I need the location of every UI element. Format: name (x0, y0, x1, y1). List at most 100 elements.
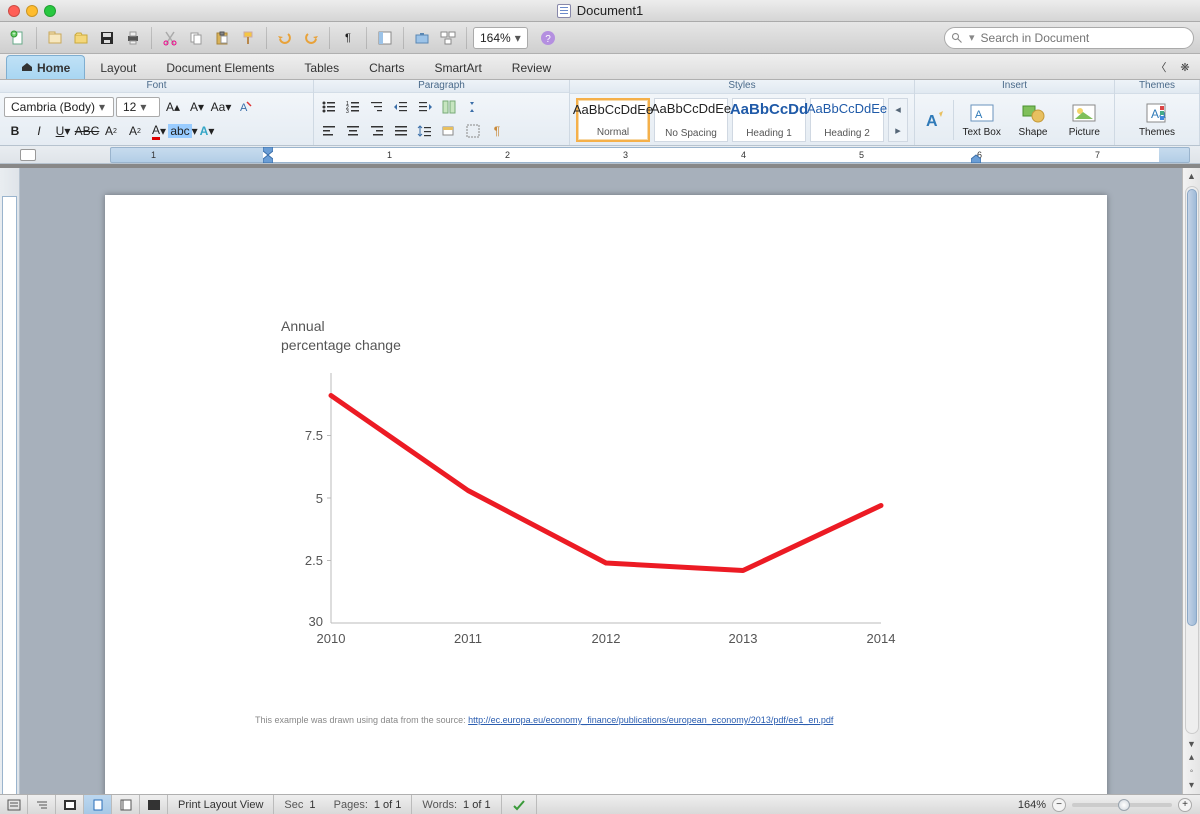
print-button[interactable] (121, 26, 145, 50)
font-name-select[interactable]: Cambria (Body)▾ (4, 97, 114, 117)
tab-review[interactable]: Review (497, 55, 566, 79)
shrink-font-button[interactable]: A▾ (186, 97, 208, 117)
style-heading-1[interactable]: AaBbCcDd Heading 1 (732, 98, 806, 142)
next-page-button[interactable]: ▾ (1189, 780, 1194, 794)
zoom-track[interactable] (1072, 803, 1172, 807)
themes-button[interactable]: Aa Themes (1133, 101, 1181, 138)
horizontal-ruler[interactable]: 1 1 2 3 4 5 6 7 (0, 146, 1200, 164)
section-indicator[interactable]: Sec 1 Pages: 1 of 1 (274, 795, 412, 814)
scroll-down-button[interactable]: ▼ (1183, 736, 1200, 752)
zoom-select[interactable]: 164% ▾ (473, 27, 528, 49)
zoom-readout[interactable]: 164% (1018, 799, 1046, 811)
spellcheck-button[interactable] (502, 795, 537, 814)
paragraph-dialog-button[interactable]: ¶ (486, 121, 508, 141)
tab-smartart[interactable]: SmartArt (419, 55, 496, 79)
insert-textbox-button[interactable]: A Text Box (958, 101, 1005, 138)
shading-button[interactable] (438, 121, 460, 141)
grow-font-button[interactable]: A▴ (162, 97, 184, 117)
vertical-ruler[interactable] (0, 168, 20, 794)
subscript-button[interactable]: A2 (124, 121, 146, 141)
sidebar-toggle-button[interactable] (373, 26, 397, 50)
print-layout-view-button[interactable] (84, 795, 112, 814)
prev-page-button[interactable]: ▴ (1189, 752, 1194, 766)
paste-button[interactable] (210, 26, 234, 50)
scroll-thumb[interactable] (1187, 189, 1197, 626)
text-direction-button[interactable] (438, 97, 460, 117)
source-link[interactable]: http://ec.europa.eu/economy_finance/publ… (468, 715, 833, 725)
justify-button[interactable] (390, 121, 412, 141)
zoom-out-button[interactable]: − (1052, 798, 1066, 812)
media-browser-button[interactable] (436, 26, 460, 50)
font-color-button[interactable]: A▾ (148, 121, 170, 141)
line-spacing-button[interactable] (414, 121, 436, 141)
numbering-button[interactable]: 123 (342, 97, 364, 117)
insert-picture-button[interactable]: Picture (1061, 101, 1108, 138)
tab-document-elements[interactable]: Document Elements (151, 55, 289, 79)
tab-layout[interactable]: Layout (85, 55, 151, 79)
bold-button[interactable]: B (4, 121, 26, 141)
highlight-button[interactable]: abc▾ (172, 121, 194, 141)
borders-button[interactable] (462, 121, 484, 141)
align-right-button[interactable] (366, 121, 388, 141)
scroll-track[interactable] (1185, 186, 1199, 734)
tab-selector[interactable] (20, 149, 36, 161)
toolbox-button[interactable] (410, 26, 434, 50)
style-no-spacing[interactable]: AaBbCcDdEe No Spacing (654, 98, 728, 142)
help-button[interactable]: ? (536, 26, 560, 50)
show-formatting-button[interactable]: ¶ (336, 26, 360, 50)
word-count[interactable]: Words: 1 of 1 (412, 795, 501, 814)
multilevel-list-button[interactable] (366, 97, 388, 117)
sort-button[interactable] (462, 97, 484, 117)
browse-object-button[interactable]: ◦ (1190, 766, 1194, 780)
increase-indent-button[interactable] (414, 97, 436, 117)
outline-view-button[interactable] (28, 795, 56, 814)
zoom-thumb[interactable] (1118, 799, 1130, 811)
align-center-button[interactable] (342, 121, 364, 141)
redo-button[interactable] (299, 26, 323, 50)
scroll-up-button[interactable]: ▲ (1183, 168, 1200, 184)
right-indent-marker[interactable] (971, 147, 981, 163)
new-from-template-button[interactable] (43, 26, 67, 50)
clear-format-button[interactable]: A (234, 97, 256, 117)
publishing-view-button[interactable] (56, 795, 84, 814)
tab-charts[interactable]: Charts (354, 55, 419, 79)
first-line-indent-marker[interactable] (263, 147, 273, 163)
format-painter-button[interactable] (236, 26, 260, 50)
change-case-button[interactable]: Aa▾ (210, 97, 232, 117)
tab-tables[interactable]: Tables (289, 55, 354, 79)
open-button[interactable] (69, 26, 93, 50)
style-heading-2[interactable]: AaBbCcDdEe Heading 2 (810, 98, 884, 142)
fullscreen-view-button[interactable] (140, 795, 168, 814)
search-input[interactable] (981, 31, 1187, 45)
new-doc-button[interactable]: + (6, 26, 30, 50)
align-left-button[interactable] (318, 121, 340, 141)
ribbon-options-button[interactable]: ❋ (1176, 58, 1194, 76)
draft-view-button[interactable] (0, 795, 28, 814)
copy-button[interactable] (184, 26, 208, 50)
tab-home[interactable]: Home (6, 55, 85, 79)
collapse-ribbon-button[interactable]: 〈 (1152, 58, 1170, 76)
document-area[interactable]: Annualpercentage change 2.5 5 7.5 2010 (0, 168, 1182, 794)
zoom-in-button[interactable]: + (1178, 798, 1192, 812)
notebook-view-button[interactable] (112, 795, 140, 814)
styles-gallery-nav[interactable]: ◂ ▸ (888, 98, 908, 142)
strikethrough-button[interactable]: ABC (76, 121, 98, 141)
italic-button[interactable]: I (28, 121, 50, 141)
insert-text-effects-button[interactable]: A (921, 108, 949, 132)
cut-button[interactable] (158, 26, 182, 50)
document-page[interactable]: Annualpercentage change 2.5 5 7.5 2010 (105, 195, 1107, 794)
underline-button[interactable]: U▾ (52, 121, 74, 141)
decrease-indent-button[interactable] (390, 97, 412, 117)
svg-text:2011: 2011 (454, 631, 482, 646)
text-effects-button[interactable]: A▾ (196, 121, 218, 141)
style-normal[interactable]: AaBbCcDdEe Normal (576, 98, 650, 142)
font-size-select[interactable]: 12▾ (116, 97, 160, 117)
bullets-button[interactable] (318, 97, 340, 117)
ruler-track[interactable]: 1 1 2 3 4 5 6 7 (110, 147, 1190, 163)
vertical-scrollbar[interactable]: ▲ ▼ ▴ ◦ ▾ (1182, 168, 1200, 794)
undo-button[interactable] (273, 26, 297, 50)
save-button[interactable] (95, 26, 119, 50)
superscript-button[interactable]: A2 (100, 121, 122, 141)
insert-shape-button[interactable]: Shape (1009, 101, 1056, 138)
search-field[interactable]: ▾ (944, 27, 1194, 49)
